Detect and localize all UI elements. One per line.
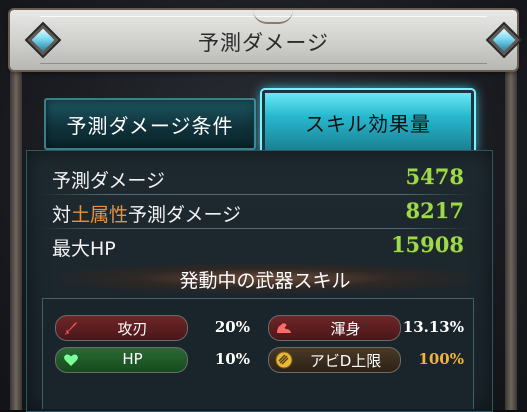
sword-icon — [65, 322, 77, 335]
stat-row-damage: 予測ダメージ 5478 — [52, 164, 472, 194]
stat-label: 予測ダメージ — [52, 170, 166, 192]
stat-row-element-damage: 対土属性予測ダメージ 8217 — [52, 198, 472, 228]
stat-value: 15908 — [390, 232, 464, 257]
element-name: 土属性 — [71, 204, 129, 226]
skill-badge-attack: 攻刃 — [55, 315, 188, 341]
skill-name: HP — [122, 350, 143, 368]
tab-label: スキル効果量 — [305, 111, 431, 136]
skill-value: 100% — [418, 350, 464, 368]
heart-icon — [64, 354, 78, 366]
tab-skill-effects[interactable]: スキル効果量 — [262, 90, 474, 154]
skill-name: 攻刃 — [117, 320, 148, 338]
window-title: 予測ダメージ — [198, 31, 329, 55]
skill-name: アビD上限 — [309, 352, 382, 370]
label-prefix: 対 — [52, 204, 72, 226]
stat-value: 5478 — [405, 164, 464, 189]
ability-orb-icon — [275, 351, 293, 369]
skill-name: 渾身 — [330, 320, 361, 338]
title-ornament — [253, 10, 293, 24]
stat-row-max-hp: 最大HP 15908 — [52, 232, 472, 262]
skill-badge-stamina: 渾身 — [268, 315, 401, 341]
right-frame-rail — [505, 70, 517, 410]
title-bar: 予測ダメージ — [10, 10, 517, 70]
tab-label: 予測ダメージ条件 — [66, 113, 234, 138]
divider — [40, 228, 472, 229]
flexed-arm-icon — [277, 323, 291, 333]
damage-forecast-window: 予測ダメージ 予測ダメージ条件 スキル効果量 予測ダメージ 5478 対土属性予… — [0, 0, 527, 412]
stat-label: 最大HP — [52, 238, 116, 260]
skill-badge-hp: HP — [55, 347, 188, 373]
skill-value: 10% — [214, 350, 250, 368]
stat-label: 対土属性予測ダメージ — [52, 200, 241, 227]
skill-value: 13.13% — [402, 318, 464, 336]
label-suffix: 予測ダメージ — [128, 204, 242, 226]
left-frame-rail — [10, 70, 22, 410]
divider — [40, 194, 472, 195]
tab-damage-conditions[interactable]: 予測ダメージ条件 — [44, 98, 256, 150]
weapon-skills-heading: 発動中の武器スキル — [60, 263, 470, 293]
section-title: 発動中の武器スキル — [179, 270, 351, 292]
stat-value: 8217 — [405, 198, 464, 223]
skill-value: 20% — [214, 318, 250, 336]
skill-badge-ability-cap: アビD上限 — [268, 347, 401, 373]
